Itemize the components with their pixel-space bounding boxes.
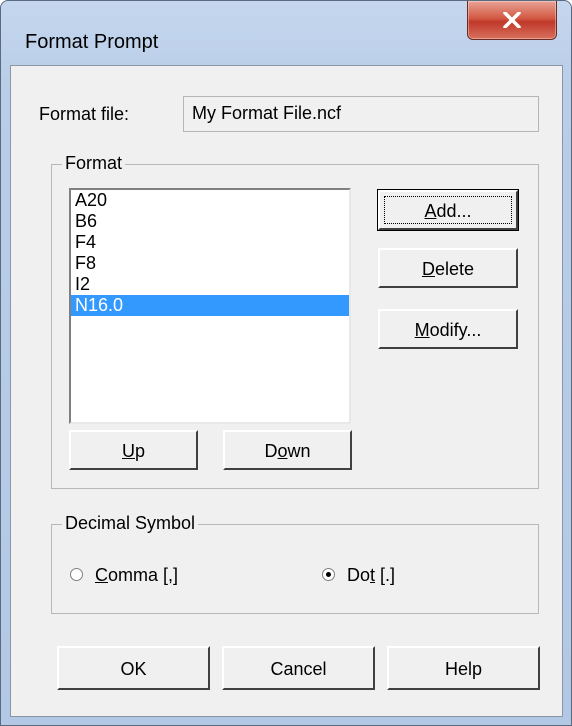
add-button[interactable]: Add... <box>377 189 519 231</box>
format-list-item[interactable]: A20 <box>71 190 349 211</box>
dot-radio-label[interactable]: Dot [.] <box>347 565 395 586</box>
format-file-field[interactable]: My Format File.ncf <box>183 96 539 132</box>
decimal-symbol-legend: Decimal Symbol <box>62 513 199 534</box>
close-button[interactable] <box>467 1 557 40</box>
format-group-legend: Format <box>62 153 126 174</box>
close-x-icon <box>503 12 521 28</box>
cancel-button[interactable]: Cancel <box>222 646 375 690</box>
comma-radio-label[interactable]: Comma [,] <box>95 565 178 586</box>
radio-checked-dot <box>326 572 331 577</box>
format-list-item[interactable]: B6 <box>71 211 349 232</box>
up-button[interactable]: Up <box>69 430 198 470</box>
title-bar[interactable]: Format Prompt <box>1 1 571 53</box>
comma-radio[interactable] <box>70 568 83 581</box>
dialog-window: Format Prompt Format file: My Format Fil… <box>0 0 572 726</box>
format-listbox[interactable]: A20 B6 F4 F8 I2 N16.0 <box>69 188 351 424</box>
window-title: Format Prompt <box>25 31 159 53</box>
dot-radio[interactable] <box>322 568 335 581</box>
format-list-item[interactable]: N16.0 <box>71 295 349 316</box>
format-list-item[interactable]: F4 <box>71 232 349 253</box>
modify-button[interactable]: Modify... <box>378 309 518 349</box>
help-button[interactable]: Help <box>387 646 540 690</box>
dialog-client-area: Format file: My Format File.ncf Format A… <box>10 65 563 717</box>
format-list-item[interactable]: I2 <box>71 274 349 295</box>
format-file-label: Format file: <box>39 104 130 124</box>
ok-button[interactable]: OK <box>57 646 210 690</box>
down-button[interactable]: Down <box>223 430 352 470</box>
format-list-item[interactable]: F8 <box>71 253 349 274</box>
delete-button[interactable]: Delete <box>378 248 518 288</box>
